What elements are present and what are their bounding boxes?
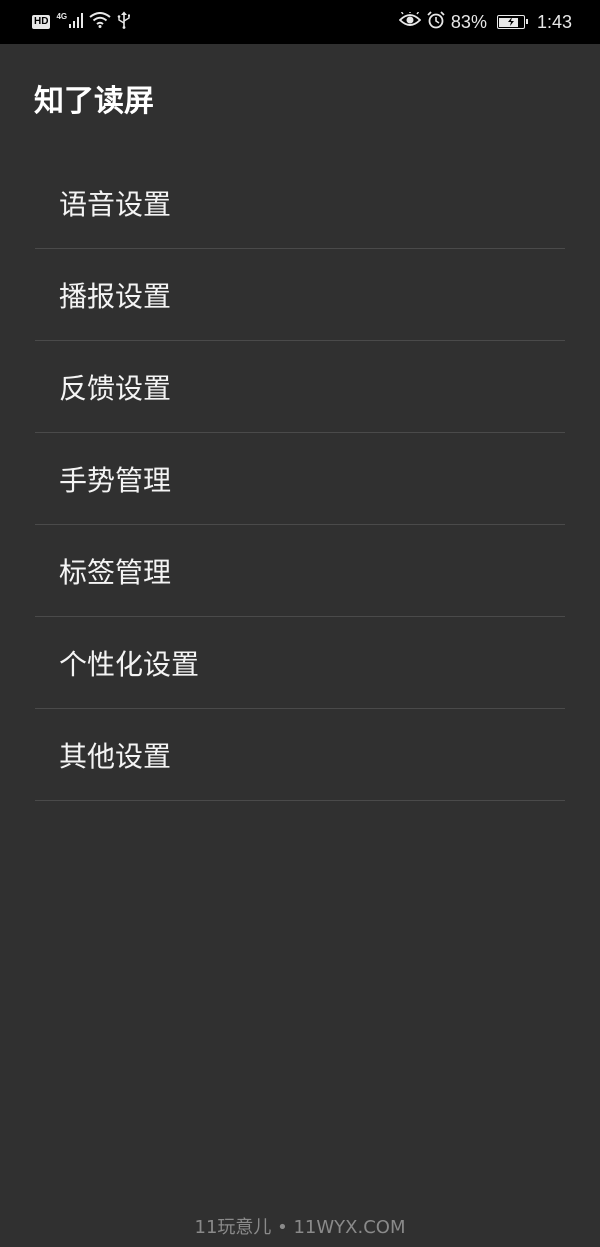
settings-menu-list: 语音设置 播报设置 反馈设置 手势管理 标签管理 个性化设置 其他设置 [35, 158, 565, 802]
menu-item-other-settings[interactable]: 其他设置 [35, 710, 565, 801]
status-bar: HD 4G 83% 1:43 [0, 0, 600, 44]
wifi-icon [89, 11, 111, 33]
network-type-label: 4G [56, 11, 68, 21]
menu-item-feedback-settings[interactable]: 反馈设置 [35, 342, 565, 433]
watermark: 11玩意儿 • 11WYX.COM [194, 1217, 406, 1238]
eye-comfort-icon [398, 10, 422, 33]
status-bar-left: HD 4G [32, 10, 131, 34]
menu-item-personalization-settings[interactable]: 个性化设置 [35, 618, 565, 709]
status-bar-right: 83% 1:43 [398, 10, 572, 34]
bolt-icon [507, 17, 514, 26]
battery-charging-icon [496, 15, 528, 29]
app-title: 知了读屏 [34, 84, 154, 119]
battery-percent: 83% [450, 11, 487, 32]
hd-badge: HD [32, 15, 51, 29]
menu-item-label-management[interactable]: 标签管理 [35, 526, 565, 617]
usb-icon [117, 11, 131, 34]
alarm-icon [427, 10, 445, 34]
signal-icon [69, 12, 84, 33]
menu-item-gesture-management[interactable]: 手势管理 [35, 434, 565, 525]
status-time: 1:43 [536, 11, 572, 32]
menu-item-voice-settings[interactable]: 语音设置 [35, 158, 565, 249]
menu-item-announcement-settings[interactable]: 播报设置 [35, 250, 565, 341]
